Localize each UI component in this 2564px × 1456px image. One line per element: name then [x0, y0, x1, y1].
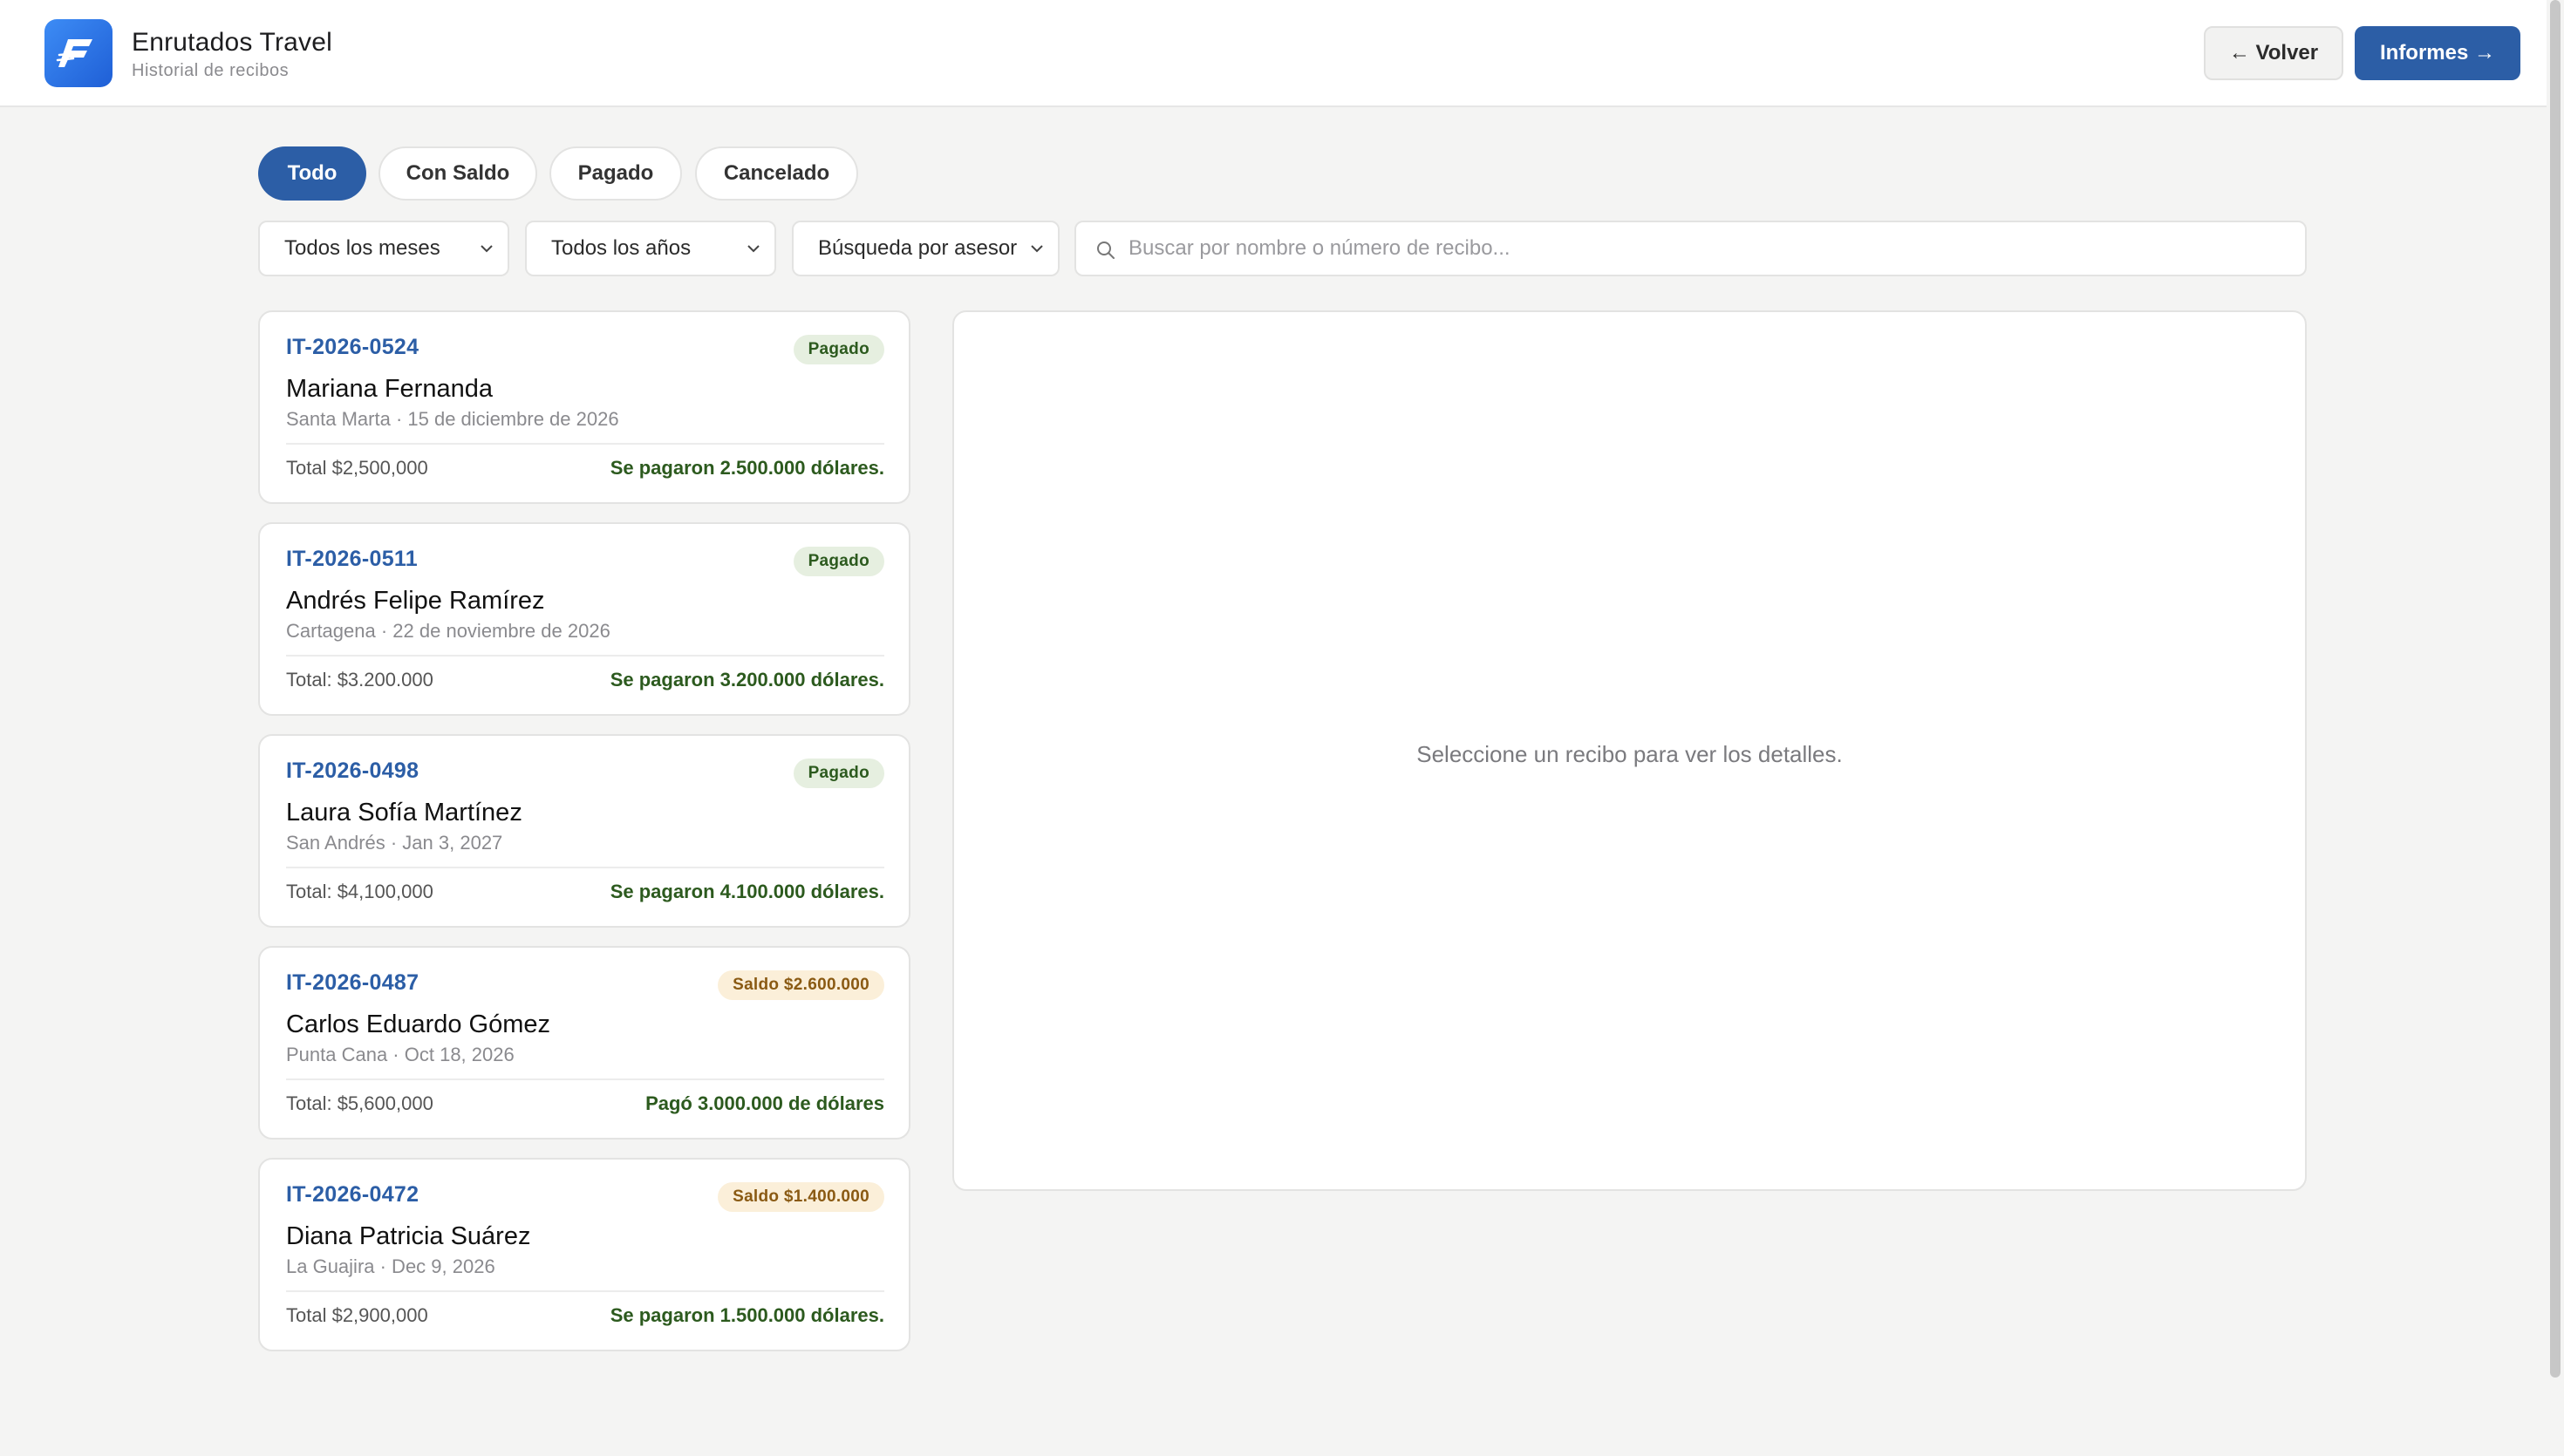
app-subtitle: Historial de recibos	[132, 61, 290, 80]
client-name: Carlos Eduardo Gómez	[286, 1010, 551, 1038]
reports-button[interactable]: Informes →	[2355, 26, 2520, 80]
app-header: Enrutados Travel Historial de recibos ← …	[0, 0, 2547, 107]
receipt-card[interactable]: IT-2026-0511 Pagado Andrés Felipe Ramíre…	[258, 522, 910, 716]
receipt-paid-amount: Se pagaron 3.200.000 dólares.	[610, 669, 884, 691]
card-divider	[286, 655, 884, 657]
month-select-value: Todos los meses	[284, 236, 440, 260]
receipt-total: Total: $4,100,000	[286, 881, 433, 902]
advisor-select[interactable]: Búsqueda por asesor	[792, 221, 1060, 276]
card-divider	[286, 1078, 884, 1080]
card-divider	[286, 1290, 884, 1292]
chevron-down-icon	[1031, 245, 1043, 253]
receipt-card[interactable]: IT-2026-0472 Saldo $1.400.000 Diana Patr…	[258, 1158, 910, 1351]
receipt-paid-amount: Se pagaron 1.500.000 dólares.	[610, 1304, 884, 1326]
card-divider	[286, 867, 884, 868]
client-name: Andrés Felipe Ramírez	[286, 587, 545, 615]
year-select[interactable]: Todos los años	[525, 221, 776, 276]
client-name: Mariana Fernanda	[286, 375, 493, 403]
scrollbar-thumb[interactable]	[2550, 0, 2561, 1378]
receipt-id: IT-2026-0524	[286, 335, 419, 359]
receipt-paid-amount: Se pagaron 4.100.000 dólares.	[610, 881, 884, 902]
receipt-paid-amount: Pagó 3.000.000 de dólares	[645, 1092, 884, 1114]
receipt-meta: Santa Marta · 15 de diciembre de 2026	[286, 408, 619, 430]
chevron-down-icon	[747, 245, 760, 253]
status-badge: Pagado	[793, 547, 884, 576]
receipt-meta: San Andrés · Jan 3, 2027	[286, 832, 503, 854]
tab-pagado[interactable]: Pagado	[549, 146, 682, 201]
receipt-total: Total $2,900,000	[286, 1304, 428, 1326]
receipt-paid-amount: Se pagaron 2.500.000 dólares.	[610, 457, 884, 479]
receipt-id: IT-2026-0487	[286, 970, 419, 995]
receipt-card[interactable]: IT-2026-0498 Pagado Laura Sofía Martínez…	[258, 734, 910, 928]
tab-cancelado[interactable]: Cancelado	[695, 146, 858, 201]
search-input[interactable]	[1129, 229, 2280, 268]
advisor-select-value: Búsqueda por asesor	[818, 236, 1018, 260]
receipt-card[interactable]: IT-2026-0524 Pagado Mariana Fernanda San…	[258, 310, 910, 504]
receipt-total: Total: $3.200.000	[286, 669, 433, 691]
status-badge: Saldo $1.400.000	[718, 1182, 884, 1212]
receipt-card[interactable]: IT-2026-0487 Saldo $2.600.000 Carlos Edu…	[258, 946, 910, 1140]
enrutados-logo-icon	[44, 19, 113, 87]
receipt-meta: Cartagena · 22 de noviembre de 2026	[286, 620, 610, 642]
empty-state-message: Seleccione un recibo para ver los detall…	[1416, 741, 1843, 767]
chevron-down-icon	[481, 245, 493, 253]
client-name: Diana Patricia Suárez	[286, 1222, 531, 1250]
receipt-total: Total $2,500,000	[286, 457, 428, 479]
app-title: Enrutados Travel	[132, 28, 332, 57]
card-divider	[286, 443, 884, 445]
tab-con-saldo[interactable]: Con Saldo	[378, 146, 537, 201]
search-box	[1074, 221, 2307, 276]
tab-todo[interactable]: Todo	[258, 146, 366, 201]
receipt-meta: Punta Cana · Oct 18, 2026	[286, 1044, 515, 1065]
receipt-id: IT-2026-0472	[286, 1182, 419, 1207]
status-badge: Pagado	[793, 335, 884, 364]
status-badge: Pagado	[793, 759, 884, 788]
receipt-meta: La Guajira · Dec 9, 2026	[286, 1255, 495, 1277]
search-icon	[1097, 242, 1115, 259]
receipt-total: Total: $5,600,000	[286, 1092, 433, 1114]
month-select[interactable]: Todos los meses	[258, 221, 509, 276]
client-name: Laura Sofía Martínez	[286, 799, 522, 827]
status-badge: Saldo $2.600.000	[718, 970, 884, 1000]
back-button[interactable]: ← Volver	[2204, 26, 2343, 80]
receipt-detail-panel: Seleccione un recibo para ver los detall…	[952, 310, 2307, 1191]
year-select-value: Todos los años	[551, 236, 692, 260]
receipt-id: IT-2026-0498	[286, 759, 419, 783]
receipt-id: IT-2026-0511	[286, 547, 418, 571]
